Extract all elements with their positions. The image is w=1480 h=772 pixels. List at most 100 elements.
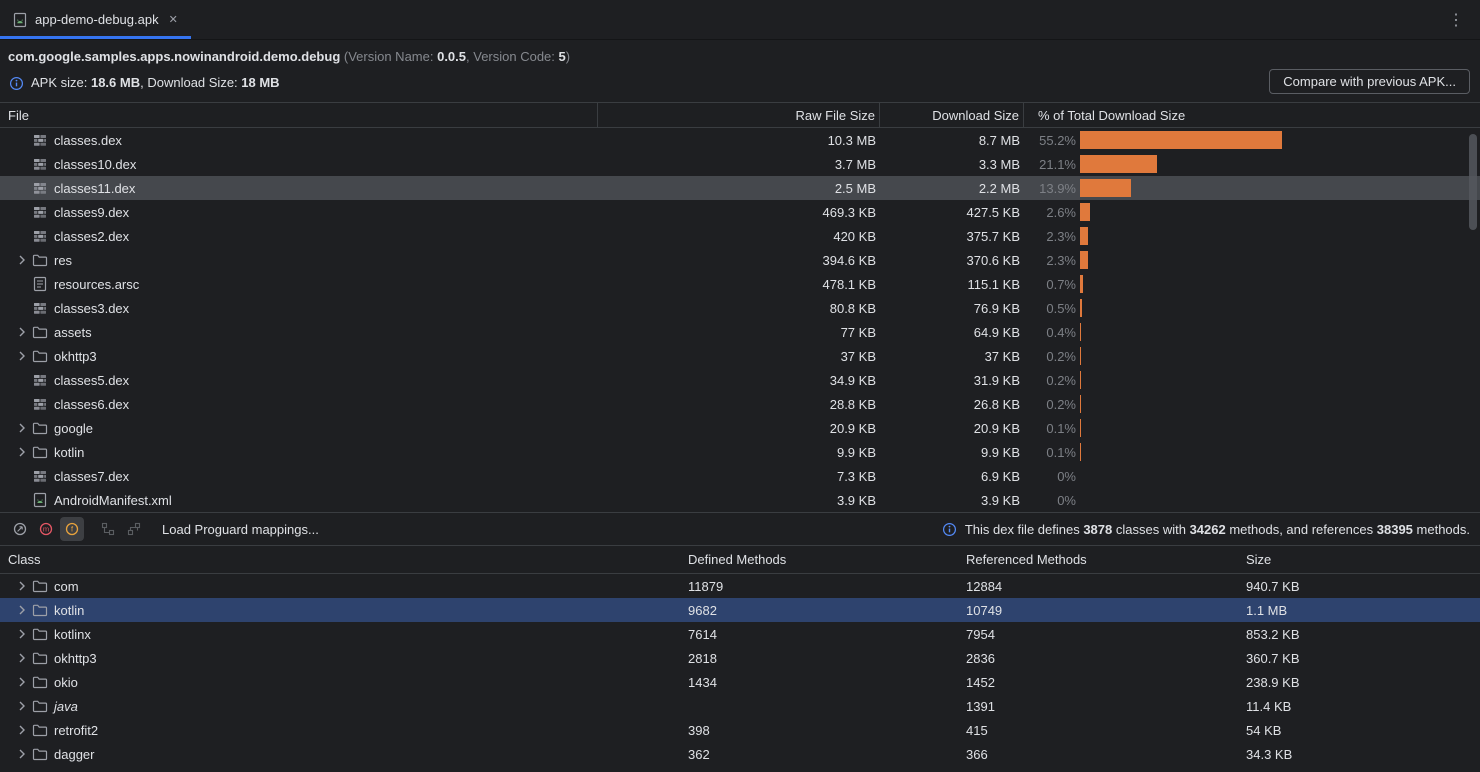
column-header-defined-methods[interactable]: Defined Methods — [680, 552, 958, 567]
download-size-bar-cell — [1080, 392, 1480, 416]
chevron-right-icon[interactable] — [12, 578, 32, 594]
download-size: 427.5 KB — [880, 205, 1024, 220]
chevron-right-icon[interactable] — [12, 444, 32, 460]
download-size: 31.9 KB — [880, 373, 1024, 388]
file-row[interactable]: assets77 KB64.9 KB0.4% — [0, 320, 1480, 344]
raw-file-size: 9.9 KB — [598, 445, 880, 460]
column-header-file[interactable]: File — [0, 103, 598, 127]
class-filter-icon[interactable] — [8, 517, 32, 541]
tab-title: app-demo-debug.apk — [35, 12, 159, 27]
chevron-right-icon[interactable] — [12, 602, 32, 618]
file-name-label: assets — [54, 325, 92, 340]
chevron-right-icon[interactable] — [12, 650, 32, 666]
class-row[interactable]: retrofit239841554 KB — [0, 718, 1480, 742]
class-row[interactable]: kotlinx76147954853.2 KB — [0, 622, 1480, 646]
close-icon[interactable]: ✕ — [166, 11, 181, 28]
raw-file-size: 37 KB — [598, 349, 880, 364]
column-header-raw-size[interactable]: Raw File Size — [598, 103, 880, 127]
raw-file-size: 28.8 KB — [598, 397, 880, 412]
class-row[interactable]: okhttp328182836360.7 KB — [0, 646, 1480, 670]
raw-file-size: 420 KB — [598, 229, 880, 244]
class-table-header: Class Defined Methods Referenced Methods… — [0, 546, 1480, 574]
class-row[interactable]: okio14341452238.9 KB — [0, 670, 1480, 694]
raw-file-size: 20.9 KB — [598, 421, 880, 436]
file-row[interactable]: classes7.dex7.3 KB6.9 KB0% — [0, 464, 1480, 488]
file-row[interactable]: classes5.dex34.9 KB31.9 KB0.2% — [0, 368, 1480, 392]
file-name-cell: classes11.dex — [0, 180, 598, 196]
chevron-right-icon[interactable] — [12, 420, 32, 436]
folder-icon — [32, 420, 48, 436]
dex-file-icon — [32, 180, 48, 196]
raw-file-size: 34.9 KB — [598, 373, 880, 388]
download-size-bar — [1080, 299, 1082, 317]
file-row[interactable]: classes2.dex420 KB375.7 KB2.3% — [0, 224, 1480, 248]
file-row[interactable]: res394.6 KB370.6 KB2.3% — [0, 248, 1480, 272]
column-header-percent[interactable]: % of Total Download Size — [1024, 103, 1480, 127]
percent-of-total: 0.7% — [1024, 277, 1080, 292]
info-icon — [8, 75, 24, 91]
class-row[interactable]: com1187912884940.7 KB — [0, 574, 1480, 598]
download-size-bar-cell — [1080, 440, 1480, 464]
expand-all-icon[interactable] — [96, 517, 120, 541]
dex-file-icon — [32, 372, 48, 388]
collapse-all-icon[interactable] — [122, 517, 146, 541]
method-filter-icon[interactable]: m — [34, 517, 58, 541]
class-row[interactable]: java139111.4 KB — [0, 694, 1480, 718]
compare-apk-button[interactable]: Compare with previous APK... — [1269, 69, 1470, 94]
file-name-cell: okhttp3 — [0, 348, 598, 364]
package-size: 853.2 KB — [1238, 627, 1480, 642]
column-header-download-size[interactable]: Download Size — [880, 103, 1024, 127]
percent-of-total: 0.2% — [1024, 373, 1080, 388]
folder-icon — [32, 348, 48, 364]
chevron-right-icon[interactable] — [12, 348, 32, 364]
chevron-right-icon[interactable] — [12, 674, 32, 690]
download-size-value: 18 MB — [241, 75, 279, 90]
referenced-methods: 10749 — [958, 603, 1238, 618]
download-size-bar-cell — [1080, 320, 1480, 344]
file-row[interactable]: classes9.dex469.3 KB427.5 KB2.6% — [0, 200, 1480, 224]
file-row[interactable]: AndroidManifest.xml3.9 KB3.9 KB0% — [0, 488, 1480, 512]
chevron-right-icon[interactable] — [12, 722, 32, 738]
percent-of-total: 2.6% — [1024, 205, 1080, 220]
dex-file-icon — [32, 132, 48, 148]
file-row[interactable]: classes10.dex3.7 MB3.3 MB21.1% — [0, 152, 1480, 176]
dex-file-icon — [32, 204, 48, 220]
file-row[interactable]: classes6.dex28.8 KB26.8 KB0.2% — [0, 392, 1480, 416]
folder-icon — [32, 746, 48, 762]
column-header-class[interactable]: Class — [0, 552, 680, 567]
file-row[interactable]: kotlin9.9 KB9.9 KB0.1% — [0, 440, 1480, 464]
field-filter-icon[interactable]: f — [60, 517, 84, 541]
folder-icon — [32, 650, 48, 666]
download-size-bar — [1080, 251, 1088, 269]
file-row[interactable]: google20.9 KB20.9 KB0.1% — [0, 416, 1480, 440]
apk-size-value: 18.6 MB — [91, 75, 140, 90]
file-row[interactable]: okhttp337 KB37 KB0.2% — [0, 344, 1480, 368]
chevron-right-icon[interactable] — [12, 626, 32, 642]
percent-of-total: 0.2% — [1024, 397, 1080, 412]
column-header-referenced-methods[interactable]: Referenced Methods — [958, 552, 1238, 567]
methods-count: 34262 — [1190, 522, 1226, 537]
tab-apk-analyzer[interactable]: app-demo-debug.apk ✕ — [0, 0, 191, 39]
file-row[interactable]: classes3.dex80.8 KB76.9 KB0.5% — [0, 296, 1480, 320]
file-row[interactable]: classes.dex10.3 MB8.7 MB55.2% — [0, 128, 1480, 152]
file-row[interactable]: resources.arsc478.1 KB115.1 KB0.7% — [0, 272, 1480, 296]
chevron-right-icon[interactable] — [12, 746, 32, 762]
class-row[interactable]: dagger36236634.3 KB — [0, 742, 1480, 766]
vertical-scrollbar[interactable] — [1469, 134, 1477, 230]
referenced-methods: 7954 — [958, 627, 1238, 642]
raw-file-size: 478.1 KB — [598, 277, 880, 292]
file-row[interactable]: classes11.dex2.5 MB2.2 MB13.9% — [0, 176, 1480, 200]
folder-icon — [32, 444, 48, 460]
class-row[interactable]: kotlin9682107491.1 MB — [0, 598, 1480, 622]
download-size-bar — [1080, 155, 1157, 173]
chevron-right-icon[interactable] — [12, 324, 32, 340]
load-proguard-mappings-button[interactable]: Load Proguard mappings... — [162, 522, 319, 537]
column-header-size[interactable]: Size — [1238, 552, 1480, 567]
more-options-icon[interactable]: ⋮ — [1432, 0, 1480, 39]
download-size: 9.9 KB — [880, 445, 1024, 460]
chevron-right-icon[interactable] — [12, 252, 32, 268]
chevron-right-icon[interactable] — [12, 698, 32, 714]
folder-icon — [32, 252, 48, 268]
folder-icon — [32, 578, 48, 594]
version-name: 0.0.5 — [437, 49, 466, 64]
